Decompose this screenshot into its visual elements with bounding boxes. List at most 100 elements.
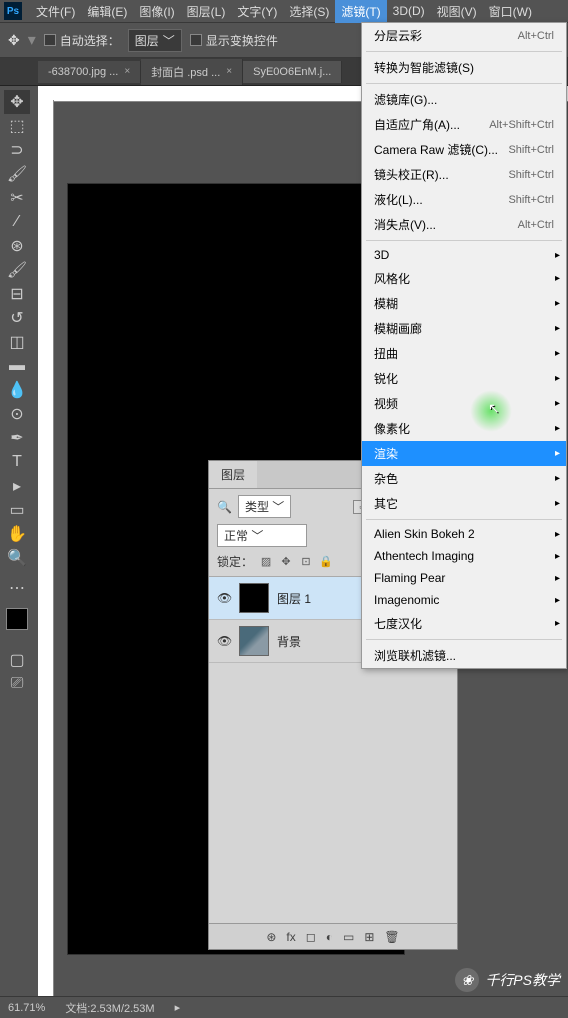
layer-name[interactable]: 背景 bbox=[277, 633, 301, 650]
edit-toolbar[interactable]: ⋯ bbox=[4, 576, 30, 600]
tab-2[interactable]: SyE0O6EnM.j... bbox=[243, 61, 342, 83]
layer-mask-icon[interactable]: ◻ bbox=[306, 930, 316, 944]
menu-item[interactable]: 杂色 bbox=[362, 466, 566, 491]
menu-file[interactable]: 文件(F) bbox=[30, 0, 81, 23]
move-tool-icon: ✥ bbox=[8, 32, 20, 49]
menu-item[interactable]: 模糊画廊 bbox=[362, 316, 566, 341]
lock-label: 锁定： bbox=[217, 553, 253, 570]
history-brush-tool[interactable]: ↺ bbox=[4, 306, 30, 330]
lasso-tool[interactable]: ⊃ bbox=[4, 138, 30, 162]
lock-artboard-icon[interactable]: ⊡ bbox=[297, 554, 315, 570]
quick-select-tool[interactable]: 🖌 bbox=[4, 162, 30, 186]
menu-item[interactable]: 滤镜库(G)... bbox=[362, 87, 566, 112]
blur-tool[interactable]: 💧 bbox=[4, 378, 30, 402]
menu-item[interactable]: 其它 bbox=[362, 491, 566, 516]
brush-tool[interactable]: 🖌 bbox=[4, 258, 30, 282]
menu-item[interactable]: Camera Raw 滤镜(C)...Shift+Ctrl bbox=[362, 137, 566, 162]
stamp-tool[interactable]: ⊟ bbox=[4, 282, 30, 306]
menu-item[interactable]: 分层云彩Alt+Ctrl bbox=[362, 23, 566, 48]
menu-item[interactable]: 模糊 bbox=[362, 291, 566, 316]
quick-mask-icon[interactable]: ▢ bbox=[4, 648, 30, 672]
toolbox: ✥ ⬚ ⊃ 🖌 ✂ ⁄ ⊛ 🖌 ⊟ ↺ ◫ ▬ 💧 ⊙ ✒ T ▸ ▭ ✋ 🔍 … bbox=[2, 86, 32, 696]
eyedropper-tool[interactable]: ⁄ bbox=[4, 210, 30, 234]
filter-dropdown-menu: 分层云彩Alt+Ctrl 转换为智能滤镜(S) 滤镜库(G)...自适应广角(A).… bbox=[361, 22, 567, 669]
menu-window[interactable]: 窗口(W) bbox=[483, 0, 538, 23]
menu-3d[interactable]: 3D(D) bbox=[387, 1, 431, 21]
marquee-tool[interactable]: ⬚ bbox=[4, 114, 30, 138]
menu-item[interactable]: 风格化 bbox=[362, 266, 566, 291]
menu-filter[interactable]: 滤镜(T) bbox=[335, 0, 386, 23]
menu-item[interactable]: 锐化 bbox=[362, 366, 566, 391]
menu-item[interactable]: 渲染 bbox=[362, 441, 566, 466]
menu-item[interactable]: 自适应广角(A)...Alt+Shift+Ctrl bbox=[362, 112, 566, 137]
auto-select-checkbox[interactable] bbox=[44, 34, 56, 46]
screen-mode-icon[interactable]: ⎚ bbox=[4, 672, 30, 696]
path-select-tool[interactable]: ▸ bbox=[4, 474, 30, 498]
menu-item[interactable]: 转换为智能滤镜(S) bbox=[362, 55, 566, 80]
menu-item[interactable]: Alien Skin Bokeh 2 bbox=[362, 523, 566, 545]
auto-select-dropdown[interactable]: 图层﹀ bbox=[128, 29, 182, 52]
group-icon[interactable]: ▭ bbox=[343, 930, 354, 944]
zoom-tool[interactable]: 🔍 bbox=[4, 546, 30, 570]
close-icon[interactable]: × bbox=[124, 66, 130, 77]
tab-0[interactable]: -638700.jpg ...× bbox=[38, 61, 141, 83]
layer-style-icon[interactable]: fx bbox=[286, 930, 295, 944]
menu-item[interactable]: 液化(L)...Shift+Ctrl bbox=[362, 187, 566, 212]
menu-edit[interactable]: 编辑(E) bbox=[81, 0, 133, 23]
menu-item[interactable]: 镜头校正(R)...Shift+Ctrl bbox=[362, 162, 566, 187]
layer-thumbnail[interactable] bbox=[239, 626, 269, 656]
new-layer-icon[interactable]: ⊞ bbox=[364, 930, 374, 944]
shape-tool[interactable]: ▭ bbox=[4, 498, 30, 522]
menu-separator bbox=[366, 519, 562, 520]
hand-tool[interactable]: ✋ bbox=[4, 522, 30, 546]
menu-item[interactable]: 七度汉化 bbox=[362, 611, 566, 636]
link-layers-icon[interactable]: ⊛ bbox=[266, 930, 276, 944]
show-transform-label: 显示变换控件 bbox=[206, 32, 278, 49]
menu-item[interactable]: 视频 bbox=[362, 391, 566, 416]
layer-thumbnail[interactable] bbox=[239, 583, 269, 613]
watermark: ❀ 千行PS教学 bbox=[455, 968, 560, 992]
lock-all-icon[interactable]: 🔒 bbox=[317, 554, 335, 570]
menu-item[interactable]: 像素化 bbox=[362, 416, 566, 441]
pen-tool[interactable]: ✒ bbox=[4, 426, 30, 450]
menu-separator bbox=[366, 639, 562, 640]
menu-select[interactable]: 选择(S) bbox=[283, 0, 335, 23]
delete-layer-icon[interactable]: 🗑 bbox=[384, 930, 399, 944]
gradient-tool[interactable]: ▬ bbox=[4, 354, 30, 378]
lock-pixels-icon[interactable]: ▨ bbox=[257, 554, 275, 570]
dodge-tool[interactable]: ⊙ bbox=[4, 402, 30, 426]
menu-item[interactable]: Imagenomic bbox=[362, 589, 566, 611]
ruler-vertical bbox=[38, 100, 54, 996]
adjustment-layer-icon[interactable]: ◐ bbox=[326, 930, 333, 944]
menu-item[interactable]: 扭曲 bbox=[362, 341, 566, 366]
foreground-color-swatch[interactable] bbox=[6, 608, 28, 630]
menu-item[interactable]: 浏览联机滤镜... bbox=[362, 643, 566, 668]
crop-tool[interactable]: ✂ bbox=[4, 186, 30, 210]
tab-1[interactable]: 封面白 .psd ...× bbox=[141, 59, 243, 85]
lock-position-icon[interactable]: ✥ bbox=[277, 554, 295, 570]
show-transform-checkbox[interactable] bbox=[190, 34, 202, 46]
move-tool[interactable]: ✥ bbox=[4, 90, 30, 114]
healing-tool[interactable]: ⊛ bbox=[4, 234, 30, 258]
menu-item[interactable]: Athentech Imaging bbox=[362, 545, 566, 567]
visibility-icon[interactable]: 👁 bbox=[217, 634, 231, 648]
menu-image[interactable]: 图像(I) bbox=[133, 0, 180, 23]
layer-filter-select[interactable]: 类型 ﹀ bbox=[238, 495, 291, 518]
status-bar: 61.71% 文档:2.53M/2.53M ▸ bbox=[0, 996, 568, 1018]
menu-separator bbox=[366, 240, 562, 241]
close-icon[interactable]: × bbox=[226, 66, 232, 77]
blend-mode-select[interactable]: 正常 ﹀ bbox=[217, 524, 307, 547]
layer-name[interactable]: 图层 1 bbox=[277, 590, 311, 607]
menu-item[interactable]: 消失点(V)...Alt+Ctrl bbox=[362, 212, 566, 237]
zoom-level[interactable]: 61.71% bbox=[8, 1002, 45, 1014]
menu-type[interactable]: 文字(Y) bbox=[231, 0, 283, 23]
type-tool[interactable]: T bbox=[4, 450, 30, 474]
visibility-icon[interactable]: 👁 bbox=[217, 591, 231, 605]
menu-item[interactable]: Flaming Pear bbox=[362, 567, 566, 589]
menu-separator bbox=[366, 51, 562, 52]
menu-item[interactable]: 3D bbox=[362, 244, 566, 266]
menu-view[interactable]: 视图(V) bbox=[431, 0, 483, 23]
layers-tab[interactable]: 图层 bbox=[209, 461, 257, 488]
eraser-tool[interactable]: ◫ bbox=[4, 330, 30, 354]
menu-layer[interactable]: 图层(L) bbox=[181, 0, 232, 23]
